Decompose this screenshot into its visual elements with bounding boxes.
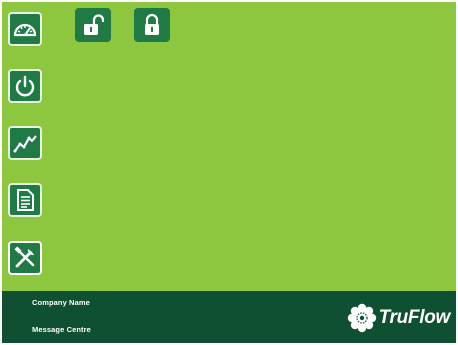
message-centre[interactable]: Message Centre [32,325,91,334]
trend-chart-icon [12,130,38,156]
sidebar-item-reports[interactable] [8,183,42,217]
footer-bar: Company Name Message Centre TruFlow [2,291,456,343]
sidebar-item-power[interactable] [8,69,42,103]
tools-icon [12,245,38,271]
sidebar-item-trends[interactable] [8,126,42,160]
unlock-button[interactable] [75,8,111,42]
power-icon [12,73,38,99]
sidebar-item-settings[interactable] [8,241,42,275]
sidebar-item-dashboard[interactable] [8,12,42,46]
document-icon [12,187,38,213]
brand-logo: TruFlow [347,303,450,333]
unlock-icon [82,13,104,37]
app-screen: Company Name Message Centre TruFlow [2,2,456,343]
brand-name: TruFlow [378,307,451,328]
lock-icon [141,13,163,37]
flower-logo-icon [347,303,377,333]
company-name: Company Name [32,298,90,307]
gauge-icon [12,16,38,42]
lock-button[interactable] [134,8,170,42]
